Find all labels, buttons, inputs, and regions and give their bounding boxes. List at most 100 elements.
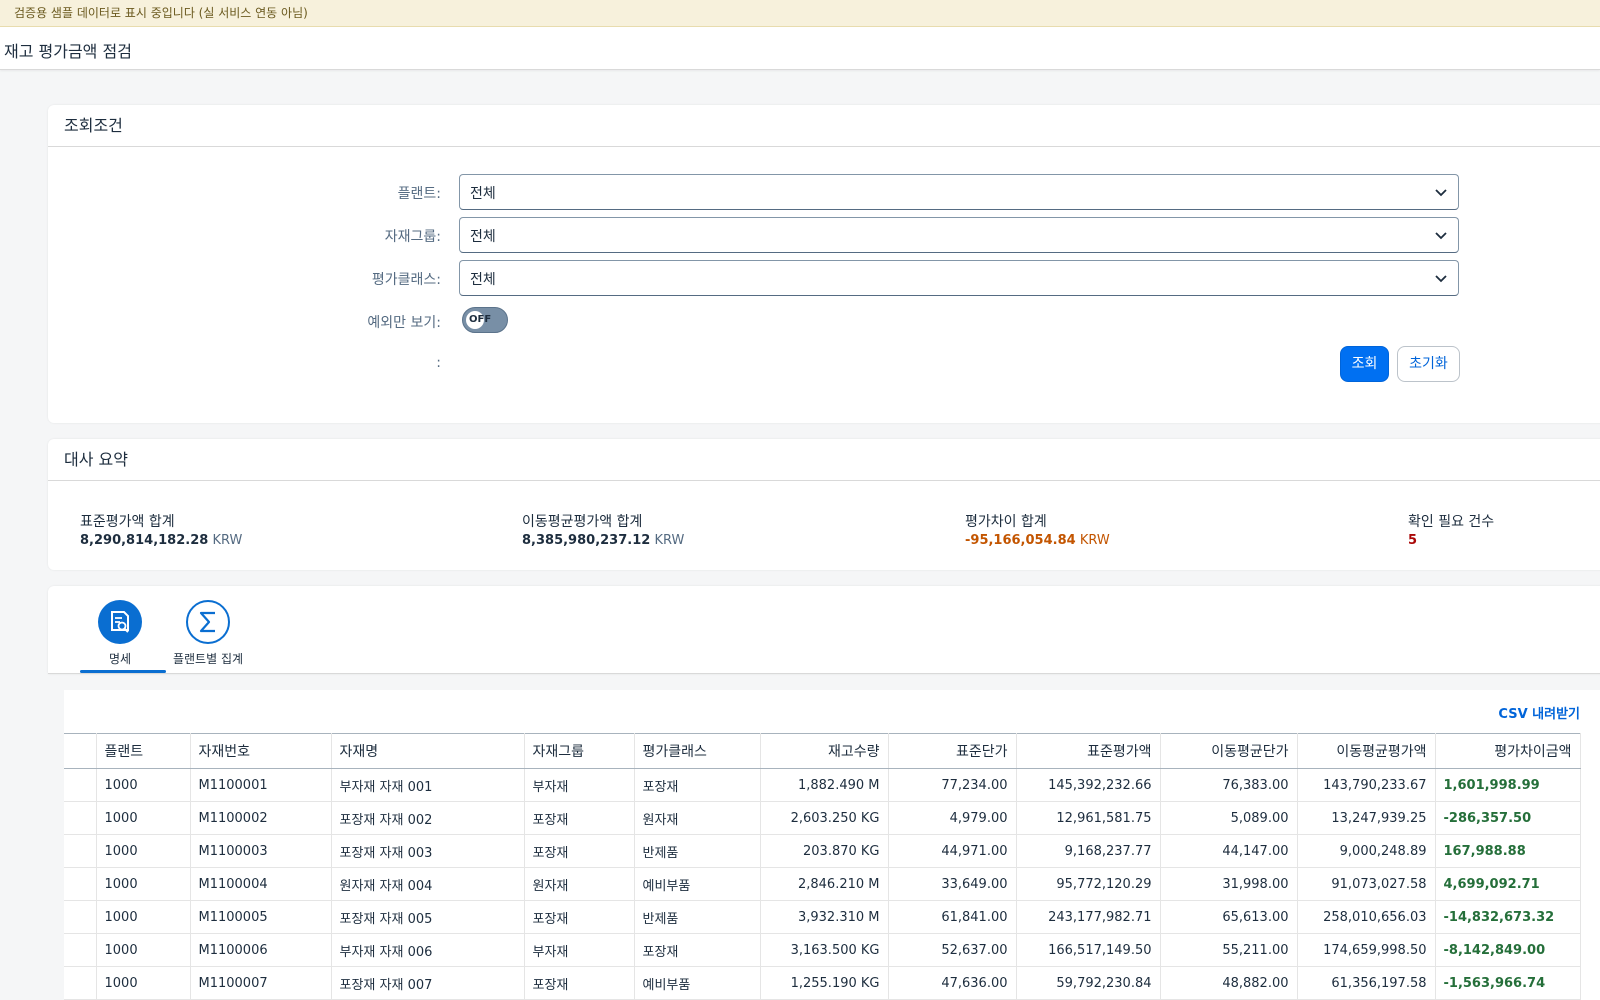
cell: 부자재 자재 001 xyxy=(331,768,525,802)
cell: 48,882.00 xyxy=(1160,966,1298,1000)
table-row[interactable]: 1000 M1100001 부자재 자재 001 부자재 포장재 1,882.4… xyxy=(64,768,1581,802)
cell: 원자재 xyxy=(634,801,761,835)
column-header[interactable]: 플랜트 xyxy=(96,733,191,769)
plant-select[interactable]: 전체 xyxy=(459,174,1459,210)
kpi-standard-total: 표준평가액 합계 8,290,814,182.28 KRW xyxy=(80,511,242,548)
class-filter-row: 평가클래스: 전체 xyxy=(48,260,1600,296)
table-row[interactable]: 1000 M1100007 포장재 자재 007 포장재 예비부품 1,255.… xyxy=(64,966,1581,1000)
column-header[interactable]: 평가클래스 xyxy=(634,733,761,769)
column-header[interactable]: 표준단가 xyxy=(888,733,1017,769)
cell: 반제품 xyxy=(634,834,761,868)
plant-filter-row: 플랜트: 전체 xyxy=(48,174,1600,210)
cell: 2,846.210 M xyxy=(760,867,889,901)
cell: 포장재 자재 003 xyxy=(331,834,525,868)
cell: 포장재 xyxy=(524,900,635,934)
table-row[interactable]: 1000 M1100004 원자재 자재 004 원자재 예비부품 2,846.… xyxy=(64,867,1581,901)
row-selector[interactable] xyxy=(64,933,97,967)
column-header[interactable]: 평가차이금액 xyxy=(1435,733,1581,769)
cell: M1100006 xyxy=(190,933,332,967)
cell: 258,010,656.03 xyxy=(1297,900,1436,934)
cell: 4,979.00 xyxy=(888,801,1017,835)
cell: 포장재 xyxy=(634,933,761,967)
row-selector[interactable] xyxy=(64,966,97,1000)
chevron-down-icon xyxy=(1435,189,1447,197)
difference-cell: 4,699,092.71 xyxy=(1435,867,1581,901)
kpi-value: 8,385,980,237.12 xyxy=(522,533,651,548)
cell: 원자재 자재 004 xyxy=(331,867,525,901)
cell: 포장재 xyxy=(634,768,761,802)
difference-cell: -1,563,966.74 xyxy=(1435,966,1581,1000)
tab-plant-summary[interactable]: 플랜트별 집계 xyxy=(168,600,248,667)
column-header[interactable]: 자재번호 xyxy=(190,733,332,769)
column-header[interactable]: 이동평균평가액 xyxy=(1297,733,1436,769)
kpi-unit: KRW xyxy=(654,533,685,548)
tab-plant-summary-label: 플랜트별 집계 xyxy=(172,652,244,666)
cell: M1100001 xyxy=(190,768,332,802)
column-header[interactable]: 표준평가액 xyxy=(1016,733,1161,769)
table-row[interactable]: 1000 M1100006 부자재 자재 006 부자재 포장재 3,163.5… xyxy=(64,933,1581,967)
row-selector[interactable] xyxy=(64,768,97,802)
difference-cell: -14,832,673.32 xyxy=(1435,900,1581,934)
tab-detail[interactable]: 명세 xyxy=(98,600,142,667)
valuation-class-select-value: 전체 xyxy=(470,272,496,288)
row-selector-header xyxy=(64,733,97,769)
cell: M1100007 xyxy=(190,966,332,1000)
cell: 3,163.500 KG xyxy=(760,933,889,967)
cell: 61,356,197.58 xyxy=(1297,966,1436,1000)
cell: 1000 xyxy=(96,801,191,835)
cell: 1000 xyxy=(96,966,191,1000)
plant-label: 플랜트: xyxy=(397,186,441,202)
cell: 12,961,581.75 xyxy=(1016,801,1161,835)
column-header[interactable]: 재고수량 xyxy=(760,733,889,769)
cell: 44,147.00 xyxy=(1160,834,1298,868)
cell: 원자재 xyxy=(524,867,635,901)
column-header[interactable]: 자재그룹 xyxy=(524,733,635,769)
empty-label: : xyxy=(436,355,441,371)
kpi-moving-average-total: 이동평균평가액 합계 8,385,980,237.12 KRW xyxy=(522,511,684,548)
row-selector[interactable] xyxy=(64,900,97,934)
sample-data-banner: 검증용 샘플 데이터로 표시 중입니다 (실 서비스 연동 아님) xyxy=(0,0,1600,27)
cell: 33,649.00 xyxy=(888,867,1017,901)
row-selector[interactable] xyxy=(64,867,97,901)
active-tab-indicator xyxy=(80,670,166,673)
row-selector[interactable] xyxy=(64,801,97,835)
valuation-class-select[interactable]: 전체 xyxy=(459,260,1459,296)
difference-cell: 167,988.88 xyxy=(1435,834,1581,868)
cell: M1100005 xyxy=(190,900,332,934)
column-header[interactable]: 이동평균단가 xyxy=(1160,733,1298,769)
cell: 포장재 자재 005 xyxy=(331,900,525,934)
kpi-value: -95,166,054.84 xyxy=(965,533,1076,548)
app-title: 재고 평가금액 점검 xyxy=(4,42,132,61)
cell: 91,073,027.58 xyxy=(1297,867,1436,901)
kpi-value: 5 xyxy=(1408,533,1418,548)
kpi-label: 평가차이 합계 xyxy=(965,514,1047,530)
cell: 포장재 xyxy=(524,834,635,868)
search-button[interactable]: 조회 xyxy=(1340,346,1389,382)
exception-only-toggle[interactable]: OFF xyxy=(462,307,508,333)
cell: 9,000,248.89 xyxy=(1297,834,1436,868)
material-group-select[interactable]: 전체 xyxy=(459,217,1459,253)
cell: 포장재 자재 002 xyxy=(331,801,525,835)
kpi-label: 확인 필요 건수 xyxy=(1408,514,1495,530)
table-row[interactable]: 1000 M1100005 포장재 자재 005 포장재 반제품 3,932.3… xyxy=(64,900,1581,934)
cell: 부자재 자재 006 xyxy=(331,933,525,967)
material-group-select-value: 전체 xyxy=(470,229,496,245)
row-selector[interactable] xyxy=(64,834,97,868)
detail-table-container: CSV 내려받기 플랜트 자재번호 자재명 자재그룹 평가클래스 재고수량 표준… xyxy=(64,690,1600,1000)
cell: 76,383.00 xyxy=(1160,768,1298,802)
table-row[interactable]: 1000 M1100003 포장재 자재 003 포장재 반제품 203.870… xyxy=(64,834,1581,868)
tab-detail-label: 명세 xyxy=(108,652,132,666)
cell: 47,636.00 xyxy=(888,966,1017,1000)
table-header-row: 플랜트 자재번호 자재명 자재그룹 평가클래스 재고수량 표준단가 표준평가액 … xyxy=(64,733,1581,769)
reset-button[interactable]: 초기화 xyxy=(1397,346,1460,382)
kpi-check-count: 확인 필요 건수 5 xyxy=(1408,511,1494,548)
table-row[interactable]: 1000 M1100002 포장재 자재 002 포장재 원자재 2,603.2… xyxy=(64,801,1581,835)
csv-download-link[interactable]: CSV 내려받기 xyxy=(1498,703,1580,722)
cell: M1100003 xyxy=(190,834,332,868)
kpi-label: 표준평가액 합계 xyxy=(80,514,175,530)
cell: 9,168,237.77 xyxy=(1016,834,1161,868)
difference-cell: -8,142,849.00 xyxy=(1435,933,1581,967)
reconciliation-summary-panel: 대사 요약 표준평가액 합계 8,290,814,182.28 KRW 이동평균… xyxy=(48,439,1600,570)
plant-select-value: 전체 xyxy=(470,186,496,202)
column-header[interactable]: 자재명 xyxy=(331,733,525,769)
